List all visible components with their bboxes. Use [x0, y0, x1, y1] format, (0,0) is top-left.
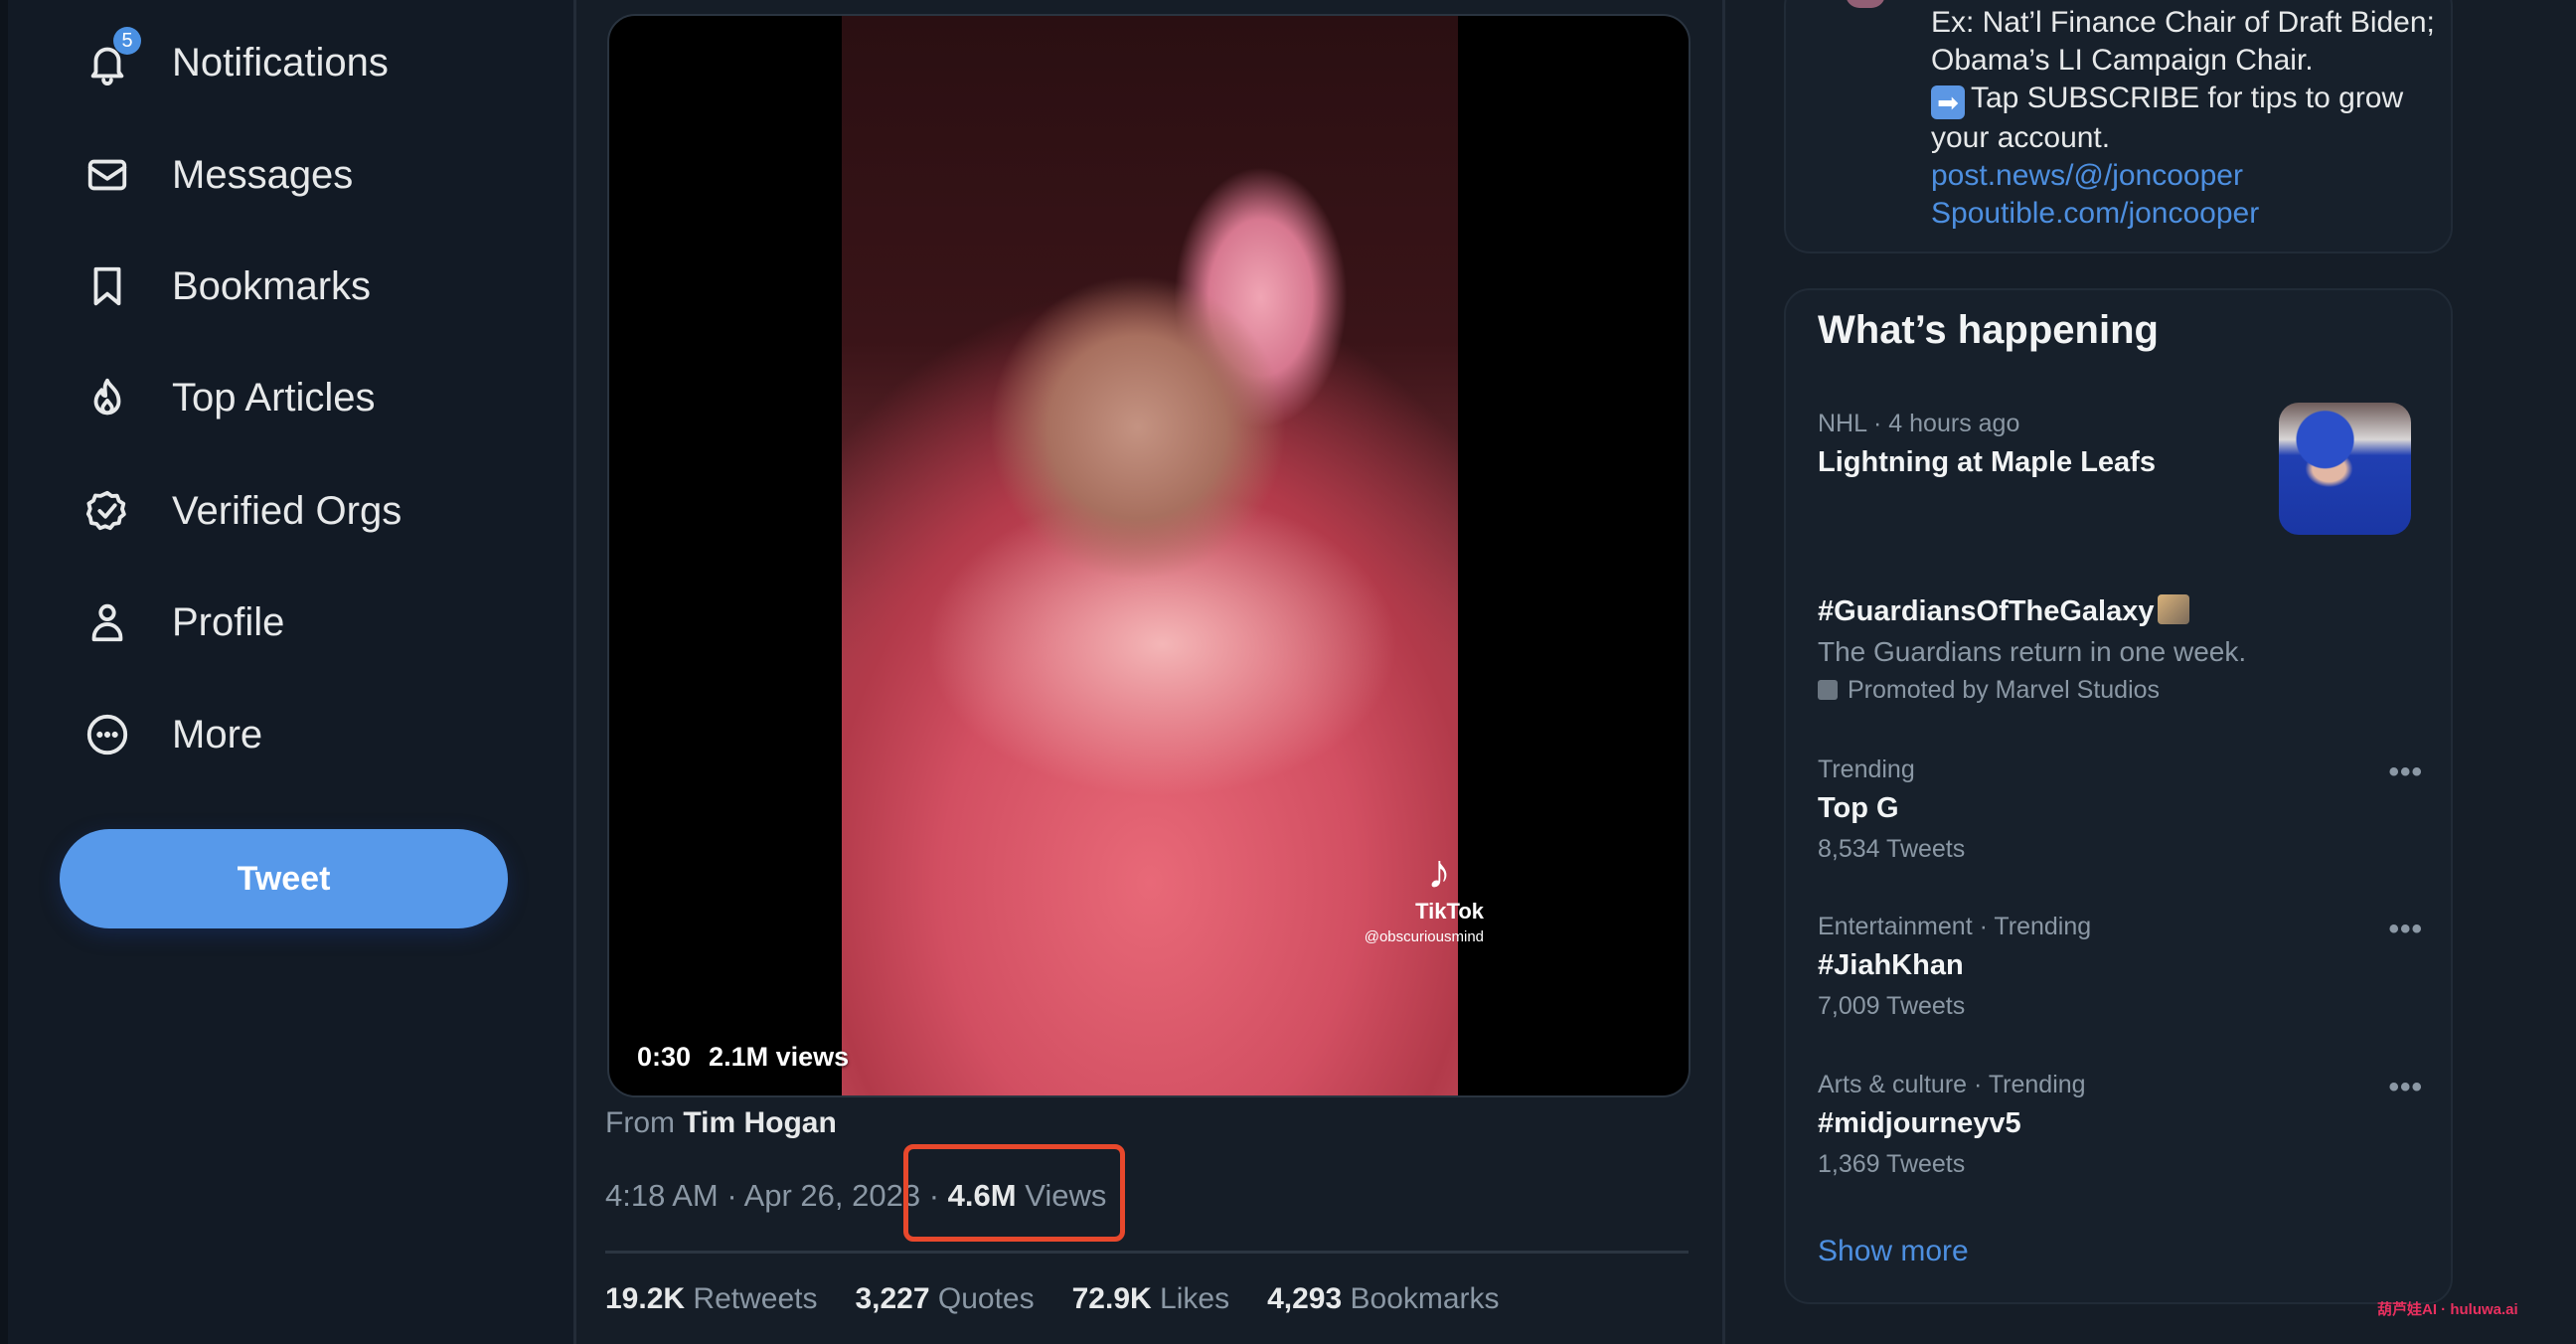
sidebar-item-verified-orgs[interactable]: Verified Orgs — [80, 471, 402, 551]
more-options-icon[interactable]: ••• — [2388, 913, 2423, 946]
more-circle-icon — [80, 707, 135, 762]
sidebar-item-label: More — [172, 712, 263, 756]
tweet-divider — [605, 1251, 1689, 1254]
bio-text: Ex: Nat’l Finance Chair of Draft Biden; … — [1931, 4, 2448, 233]
video-duration: 0:30 — [637, 1042, 692, 1072]
stat-label: Retweets — [693, 1282, 818, 1315]
bio-link[interactable]: post.news/@/joncooper — [1931, 157, 2448, 195]
sidebar-item-notifications[interactable]: 5 Notifications — [80, 23, 389, 102]
sidebar-item-label: Top Articles — [172, 375, 376, 420]
window-edge — [0, 0, 8, 1344]
whats-happening-panel: What’s happening NHL · 4 hours ago Light… — [1784, 288, 2453, 1304]
tweet-stats: 19.2K Retweets 3,227 Quotes 72.9K Likes … — [605, 1282, 1500, 1316]
sidebar-item-label: Bookmarks — [172, 263, 372, 308]
tweet-button[interactable]: Tweet — [60, 829, 508, 928]
tiktok-logo-icon: ♪ — [1427, 846, 1451, 899]
site-watermark: 葫芦娃AI · huluwa.ai — [2377, 1301, 2518, 1318]
stat-label: Bookmarks — [1350, 1282, 1500, 1315]
bell-icon: 5 — [80, 27, 141, 90]
tiktok-watermark: ♪ TikTok @obscuriousmind — [1365, 846, 1484, 946]
trend-name: #GuardiansOfTheGalaxy — [1818, 594, 2414, 628]
flame-icon — [80, 370, 135, 425]
bio-link[interactable]: Spoutible.com/joncooper — [1931, 195, 2448, 233]
envelope-icon — [80, 147, 135, 203]
sidebar-item-label: Profile — [172, 599, 285, 644]
tweet-timestamp[interactable]: 4:18 AM · Apr 26, 2023 · — [605, 1178, 948, 1213]
from-author-link[interactable]: Tim Hogan — [683, 1106, 836, 1139]
sidebar-item-label: Notifications — [172, 40, 389, 84]
stat-retweets[interactable]: 19.2K Retweets — [605, 1282, 817, 1316]
video-info: 0:30 2.1M views — [637, 1042, 849, 1073]
trend-thumbnail[interactable] — [2279, 403, 2411, 535]
trend-meta: Entertainment · Trending — [1818, 913, 2092, 940]
sidebar-item-label: Messages — [172, 152, 354, 197]
tweet-detail: ♪ TikTok @obscuriousmind 0:30 2.1M views … — [576, 0, 1722, 1344]
sidebar: 5 Notifications Messages Bookmarks Top A… — [0, 0, 573, 1344]
annotation-highlight-box — [903, 1144, 1125, 1242]
sidebar-item-messages[interactable]: Messages — [80, 135, 353, 215]
bookmark-icon — [80, 258, 135, 314]
stat-label: Likes — [1160, 1282, 1230, 1315]
trend-item-promoted[interactable]: #GuardiansOfTheGalaxy The Guardians retu… — [1818, 587, 2414, 705]
stat-value: 72.9K — [1071, 1282, 1152, 1315]
notification-badge: 5 — [113, 27, 141, 55]
stat-quotes[interactable]: 3,227 Quotes — [855, 1282, 1034, 1316]
person-icon — [80, 594, 135, 650]
video-views: 2.1M views — [709, 1042, 850, 1072]
more-options-icon[interactable]: ••• — [2388, 756, 2423, 789]
tiktok-brand: TikTok — [1415, 899, 1484, 924]
sidebar-item-bookmarks[interactable]: Bookmarks — [80, 247, 371, 326]
video-source: From Tim Hogan — [605, 1106, 837, 1140]
guardians-emoji-icon — [2158, 594, 2190, 624]
tiktok-handle: @obscuriousmind — [1364, 928, 1484, 945]
sidebar-item-top-articles[interactable]: Top Articles — [80, 358, 376, 437]
stat-value: 3,227 — [855, 1282, 930, 1315]
stat-value: 4,293 — [1267, 1282, 1343, 1315]
profile-bio-card: Ex: Nat’l Finance Chair of Draft Biden; … — [1784, 0, 2453, 253]
bio-line: Ex: Nat’l Finance Chair of Draft Biden; … — [1931, 6, 2435, 77]
stat-label: Quotes — [937, 1282, 1035, 1315]
trend-item[interactable]: Trending Top G 8,534 Tweets — [1818, 756, 2414, 864]
trend-subtitle: The Guardians return in one week. — [1818, 636, 2247, 667]
promoted-icon — [1818, 680, 1838, 700]
trend-name: Top G — [1818, 792, 1899, 824]
bio-line: Tap SUBSCRIBE for tips to grow your acco… — [1931, 82, 2404, 154]
promoted-text: Promoted by Marvel Studios — [1848, 676, 2161, 704]
promoted-label: Promoted by Marvel Studios — [1818, 676, 2414, 705]
trend-name: #JiahKhan — [1818, 949, 1964, 981]
sidebar-item-profile[interactable]: Profile — [80, 583, 284, 662]
trend-item[interactable]: Arts & culture · Trending #midjourneyv5 … — [1818, 1071, 2414, 1179]
avatar[interactable] — [1846, 0, 1885, 8]
trend-name: #midjourneyv5 — [1818, 1107, 2021, 1139]
trend-hashtag: #GuardiansOfTheGalaxy — [1818, 595, 2155, 627]
video-player[interactable]: ♪ TikTok @obscuriousmind 0:30 2.1M views — [607, 14, 1690, 1097]
trend-count: 1,369 Tweets — [1818, 1150, 1966, 1178]
arrow-right-icon: ➡ — [1931, 85, 1965, 119]
right-sidebar: Ex: Nat’l Finance Chair of Draft Biden; … — [1725, 0, 2576, 1344]
panel-title: What’s happening — [1818, 308, 2159, 352]
stat-likes[interactable]: 72.9K Likes — [1072, 1282, 1229, 1316]
stat-value: 19.2K — [605, 1282, 686, 1315]
trend-meta: Arts & culture · Trending — [1818, 1071, 2086, 1098]
trend-meta: Trending — [1818, 756, 1915, 783]
trend-count: 8,534 Tweets — [1818, 835, 1966, 863]
verified-badge-icon — [80, 483, 135, 539]
more-options-icon[interactable]: ••• — [2388, 1071, 2423, 1104]
stat-bookmarks[interactable]: 4,293 Bookmarks — [1267, 1282, 1499, 1316]
trend-item[interactable]: Entertainment · Trending #JiahKhan 7,009… — [1818, 913, 2414, 1021]
show-more-link[interactable]: Show more — [1818, 1235, 1969, 1268]
sidebar-item-more[interactable]: More — [80, 695, 262, 774]
from-prefix: From — [605, 1106, 675, 1139]
sidebar-item-label: Verified Orgs — [172, 488, 402, 533]
trend-count: 7,009 Tweets — [1818, 992, 1966, 1020]
